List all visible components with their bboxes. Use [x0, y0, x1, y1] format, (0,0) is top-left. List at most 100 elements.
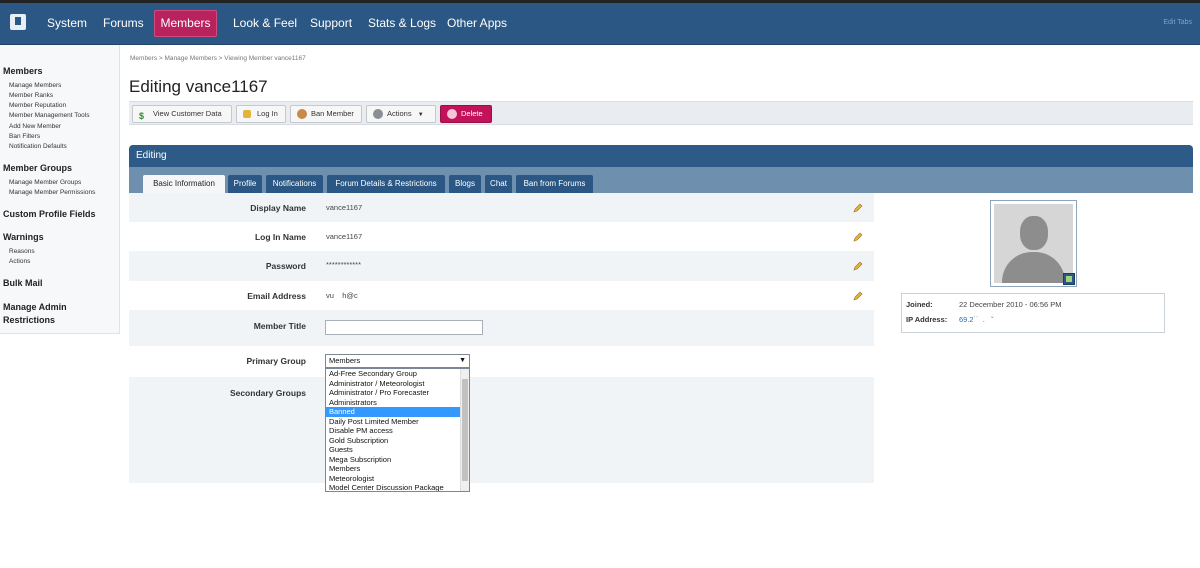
sidebar-item-add-new-member[interactable]: Add New Member	[9, 123, 61, 130]
primary-group-select[interactable]: Members ▼	[325, 354, 470, 368]
image-edit-icon[interactable]	[1063, 273, 1075, 285]
view-customer-data-button[interactable]: $ View Customer Data	[132, 105, 232, 123]
tab-chat[interactable]: Chat	[485, 175, 512, 193]
member-info-box: Joined: 22 December 2010 - 06:56 PM IP A…	[901, 293, 1165, 333]
ban-member-label: Ban Member	[311, 109, 354, 118]
sidebar-heading-manage-admin-restrictions[interactable]: Manage Admin Restrictions	[3, 301, 103, 327]
pencil-icon[interactable]	[853, 203, 863, 213]
group-option[interactable]: Model Center Discussion Package	[326, 483, 469, 491]
group-option[interactable]: Members	[326, 464, 469, 474]
sidebar-item-member-management-tools[interactable]: Member Management Tools	[9, 112, 89, 119]
log-in-label: Log In	[257, 109, 278, 118]
logo-icon[interactable]	[10, 14, 26, 30]
display-name-label: Display Name	[250, 203, 306, 213]
tab-bar: Basic Information Profile Notifications …	[129, 167, 1193, 193]
sidebar-item-ban-filters[interactable]: Ban Filters	[9, 133, 40, 140]
ip-address-label: IP Address:	[906, 315, 948, 324]
dollar-icon: $	[139, 111, 145, 121]
pencil-icon[interactable]	[853, 291, 863, 301]
scrollbar-thumb[interactable]	[462, 379, 468, 481]
primary-group-row: Primary Group	[129, 346, 874, 377]
group-option[interactable]: Daily Post Limited Member	[326, 417, 469, 427]
sidebar-item-notification-defaults[interactable]: Notification Defaults	[9, 143, 67, 150]
email-label: Email Address	[247, 291, 306, 301]
sidebar-heading-bulk-mail[interactable]: Bulk Mail	[3, 278, 43, 288]
log-in-button[interactable]: Log In	[236, 105, 286, 123]
ip-address-value[interactable]: 69.2˙˙ . ˘	[959, 315, 994, 324]
login-name-label: Log In Name	[254, 232, 306, 242]
group-option[interactable]: Administrator / Pro Forecaster	[326, 388, 469, 398]
delete-button[interactable]: Delete	[440, 105, 492, 123]
gear-icon	[373, 109, 383, 119]
sidebar-item-reasons[interactable]: Reasons	[9, 248, 35, 255]
delete-label: Delete	[461, 109, 483, 118]
sidebar-item-manage-member-permissions[interactable]: Manage Member Permissions	[9, 189, 95, 196]
display-name-row: Display Name vance1167	[129, 193, 874, 222]
tab-basic-information[interactable]: Basic Information	[143, 175, 225, 193]
group-option[interactable]: Administrator / Meteorologist	[326, 379, 469, 389]
member-title-label: Member Title	[253, 321, 306, 331]
group-option[interactable]: Administrators	[326, 398, 469, 408]
nav-system[interactable]: System	[47, 3, 87, 45]
group-option[interactable]: Banned	[326, 407, 469, 417]
member-title-input[interactable]	[325, 320, 483, 335]
chevron-down-icon: ▼	[417, 112, 424, 118]
key-icon	[243, 110, 251, 118]
group-option[interactable]: Ad-Free Secondary Group	[326, 369, 469, 379]
sidebar-heading-member-groups[interactable]: Member Groups	[3, 163, 72, 173]
nav-other-apps[interactable]: Other Apps	[447, 3, 507, 45]
member-avatar	[990, 200, 1077, 287]
password-row: Password ************	[129, 251, 874, 281]
sidebar-heading-warnings[interactable]: Warnings	[3, 232, 44, 242]
avatar-placeholder	[994, 204, 1073, 283]
login-name-row: Log In Name vance1167	[129, 222, 874, 251]
avatar-body-shape	[1002, 252, 1065, 283]
group-option[interactable]: Meteorologist	[326, 474, 469, 484]
primary-group-selected: Members	[329, 356, 361, 365]
nav-stats-logs[interactable]: Stats & Logs	[368, 3, 436, 45]
action-toolbar: $ View Customer Data Log In Ban Member A…	[129, 101, 1193, 125]
sidebar-item-actions[interactable]: Actions	[9, 258, 30, 265]
display-name-value: vance1167	[326, 203, 363, 212]
nav-members[interactable]: Members	[154, 10, 217, 37]
nav-look-feel[interactable]: Look & Feel	[233, 3, 297, 45]
tab-profile[interactable]: Profile	[228, 175, 262, 193]
chevron-down-icon: ▼	[459, 357, 466, 364]
breadcrumb[interactable]: Members > Manage Members > Viewing Membe…	[130, 55, 306, 62]
tab-ban-from-forums[interactable]: Ban from Forums	[516, 175, 593, 193]
sidebar-item-member-reputation[interactable]: Member Reputation	[9, 102, 66, 109]
top-nav-bar: System Forums Members Look & Feel Suppor…	[0, 3, 1200, 45]
sidebar-heading-members[interactable]: Members	[3, 66, 43, 76]
tab-forum-details[interactable]: Forum Details & Restrictions	[327, 175, 445, 193]
edit-tabs-link[interactable]: Edit Tabs	[1163, 19, 1192, 26]
joined-label: Joined:	[906, 300, 933, 309]
group-option[interactable]: Disable PM access	[326, 426, 469, 436]
option-list: Ad-Free Secondary Group Administrator / M…	[326, 369, 469, 491]
group-option[interactable]: Guests	[326, 445, 469, 455]
delete-icon	[447, 109, 457, 119]
email-row: Email Address vu h@c	[129, 281, 874, 310]
pencil-icon[interactable]	[853, 261, 863, 271]
member-title-row: Member Title	[129, 310, 874, 346]
tab-blogs[interactable]: Blogs	[449, 175, 481, 193]
email-value: vu h@c	[326, 291, 358, 300]
group-option[interactable]: Gold Subscription	[326, 436, 469, 446]
listbox-scrollbar[interactable]	[460, 369, 469, 491]
avatar-head-shape	[1020, 216, 1048, 250]
group-option[interactable]: Mega Subscription	[326, 455, 469, 465]
sidebar-item-manage-members[interactable]: Manage Members	[9, 82, 61, 89]
primary-group-options[interactable]: Ad-Free Secondary Group Administrator / M…	[325, 368, 470, 492]
password-label: Password	[265, 261, 306, 271]
sidebar: Members Manage Members Member Ranks Memb…	[0, 45, 120, 334]
actions-dropdown-button[interactable]: Actions ▼	[366, 105, 436, 123]
nav-forums[interactable]: Forums	[103, 3, 144, 45]
sidebar-item-manage-member-groups[interactable]: Manage Member Groups	[9, 179, 81, 186]
nav-support[interactable]: Support	[310, 3, 352, 45]
sidebar-heading-custom-profile-fields[interactable]: Custom Profile Fields	[3, 209, 96, 219]
actions-label: Actions	[387, 109, 412, 118]
tab-notifications[interactable]: Notifications	[266, 175, 323, 193]
ban-member-button[interactable]: Ban Member	[290, 105, 362, 123]
joined-value: 22 December 2010 - 06:56 PM	[959, 300, 1062, 309]
sidebar-item-member-ranks[interactable]: Member Ranks	[9, 92, 53, 99]
pencil-icon[interactable]	[853, 232, 863, 242]
